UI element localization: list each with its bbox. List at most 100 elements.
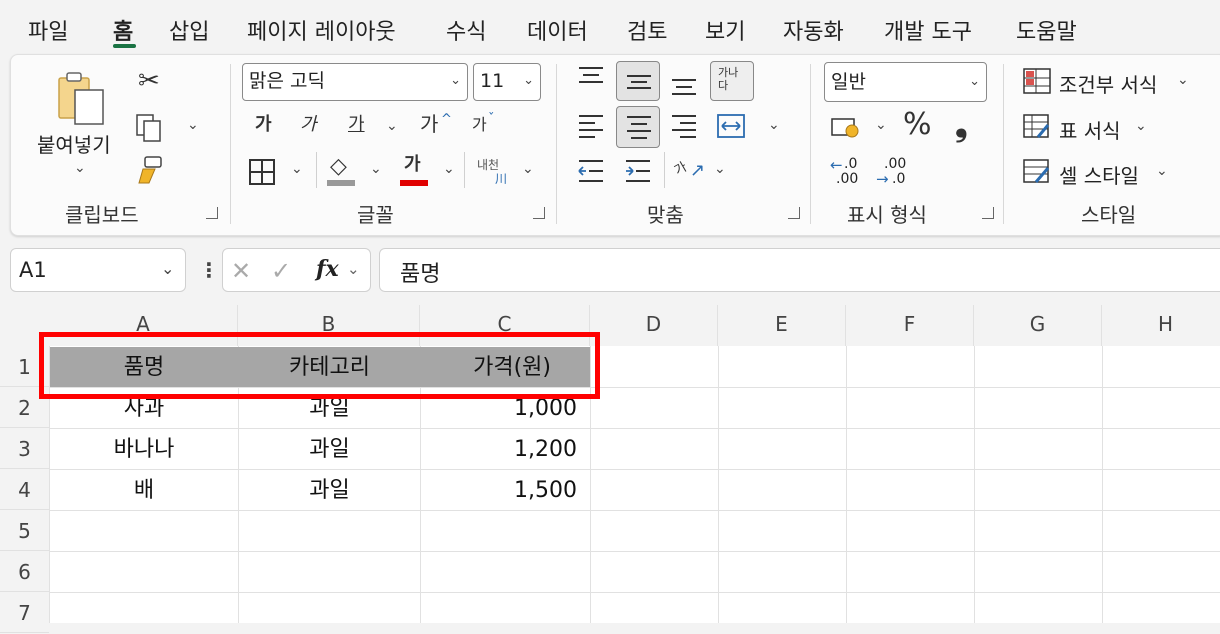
name-box[interactable]: A1 ⌄ bbox=[10, 248, 186, 292]
increase-font-button[interactable]: 가 bbox=[420, 114, 438, 134]
decrease-indent-icon[interactable] bbox=[577, 157, 605, 185]
tab-file[interactable]: 파일 bbox=[28, 14, 68, 46]
active-tab-indicator bbox=[113, 44, 136, 48]
tab-automate[interactable]: 자동화 bbox=[783, 14, 844, 46]
table-cell[interactable]: 과일 bbox=[239, 429, 420, 470]
borders-icon[interactable] bbox=[248, 158, 276, 186]
right-arrow-icon: → bbox=[876, 170, 889, 188]
fill-color-icon[interactable]: ◇ bbox=[330, 156, 347, 178]
underline-button[interactable]: 가 bbox=[348, 116, 365, 134]
alignment-launcher-icon[interactable] bbox=[788, 207, 800, 219]
clipboard-launcher-icon[interactable] bbox=[206, 207, 218, 219]
orientation-dropdown-icon[interactable]: ⌄ bbox=[714, 161, 726, 177]
merge-dropdown-icon[interactable]: ⌄ bbox=[768, 117, 780, 133]
decrease-font-button[interactable]: 가 bbox=[472, 117, 487, 133]
cell-styles-icon bbox=[1023, 159, 1050, 183]
insert-function-button[interactable]: fx bbox=[316, 256, 339, 282]
formula-input[interactable]: 품명 bbox=[379, 248, 1220, 292]
orientation-arrow-icon: ↗ bbox=[690, 160, 706, 181]
column-header-f[interactable]: F bbox=[846, 305, 974, 346]
grid-line bbox=[49, 592, 1220, 593]
underline-dropdown-icon[interactable]: ⌄ bbox=[386, 118, 398, 134]
grow-arrow-icon: ^ bbox=[441, 112, 452, 127]
table-cell[interactable]: 배 bbox=[50, 470, 238, 511]
chevron-down-icon[interactable]: ⌄ bbox=[161, 259, 174, 278]
align-left-icon[interactable] bbox=[577, 112, 605, 140]
merge-center-icon[interactable] bbox=[716, 112, 746, 140]
row-header-6[interactable]: 6 bbox=[0, 551, 49, 592]
chevron-down-icon: ⌄ bbox=[523, 73, 534, 88]
align-middle-icon bbox=[627, 75, 651, 89]
font-color-swatch bbox=[400, 180, 428, 186]
align-middle-button[interactable] bbox=[616, 61, 660, 101]
font-color-dropdown-icon[interactable]: ⌄ bbox=[443, 161, 455, 177]
more-options-icon[interactable]: ⋮ bbox=[199, 258, 219, 282]
tab-home[interactable]: 홈 bbox=[113, 14, 133, 46]
column-header-h[interactable]: H bbox=[1102, 305, 1220, 346]
increase-decimal-button[interactable]: ← .0 .00 bbox=[830, 156, 862, 188]
wrap-text-glyph: 가나다 bbox=[718, 66, 739, 92]
chevron-down-icon: ⌄ bbox=[1177, 72, 1189, 88]
align-bottom-icon[interactable] bbox=[670, 70, 698, 98]
format-painter-icon[interactable] bbox=[135, 155, 165, 187]
formula-controls: ✕ ✓ fx ⌄ bbox=[222, 248, 371, 292]
formula-input-value: 품명 bbox=[400, 262, 441, 287]
shrink-arrow-icon: ˇ bbox=[488, 112, 495, 127]
decrease-decimal-button[interactable]: .00 → .0 bbox=[876, 156, 908, 188]
row-header-5[interactable]: 5 bbox=[0, 510, 49, 551]
tab-help[interactable]: 도움말 bbox=[1016, 14, 1077, 46]
accounting-format-icon[interactable] bbox=[830, 115, 862, 141]
column-header-g[interactable]: G bbox=[974, 305, 1102, 346]
row-header-7[interactable]: 7 bbox=[0, 592, 49, 633]
borders-dropdown-icon[interactable]: ⌄ bbox=[291, 161, 303, 177]
tab-review[interactable]: 검토 bbox=[627, 14, 667, 46]
align-right-icon[interactable] bbox=[670, 112, 698, 140]
font-launcher-icon[interactable] bbox=[533, 207, 545, 219]
number-launcher-icon[interactable] bbox=[982, 207, 994, 219]
paste-dropdown-icon[interactable]: ⌄ bbox=[74, 160, 86, 176]
font-size-select[interactable]: 11 ⌄ bbox=[473, 63, 541, 101]
wrap-text-button[interactable]: 가나다 bbox=[710, 61, 754, 101]
tab-data[interactable]: 데이터 bbox=[527, 14, 588, 46]
column-header-e[interactable]: E bbox=[718, 305, 846, 346]
tab-page-layout[interactable]: 페이지 레이아웃 bbox=[247, 14, 396, 46]
phonetic-dropdown-icon[interactable]: ⌄ bbox=[522, 161, 534, 177]
fill-color-dropdown-icon[interactable]: ⌄ bbox=[370, 161, 382, 177]
chevron-down-icon: ⌄ bbox=[1135, 118, 1147, 134]
bold-button[interactable]: 가 bbox=[255, 116, 272, 134]
copy-icon[interactable] bbox=[135, 113, 165, 143]
align-center-button[interactable] bbox=[616, 106, 660, 148]
accounting-dropdown-icon[interactable]: ⌄ bbox=[875, 117, 887, 133]
table-cell[interactable]: 1,500 bbox=[421, 470, 590, 511]
increase-indent-icon[interactable] bbox=[624, 157, 652, 185]
table-cell[interactable]: 바나나 bbox=[50, 429, 238, 470]
cancel-icon[interactable]: ✕ bbox=[231, 257, 251, 285]
font-name-select[interactable]: 맑은 고딕 ⌄ bbox=[242, 63, 468, 101]
table-cell[interactable]: 과일 bbox=[239, 470, 420, 511]
chevron-down-icon[interactable]: ⌄ bbox=[347, 260, 360, 278]
tab-view[interactable]: 보기 bbox=[705, 14, 745, 46]
cut-icon[interactable]: ✂ bbox=[138, 68, 160, 94]
chevron-down-icon: ⌄ bbox=[969, 74, 980, 89]
table-cell[interactable]: 1,200 bbox=[421, 429, 590, 470]
name-box-value: A1 bbox=[19, 258, 47, 282]
row-header-3[interactable]: 3 bbox=[0, 428, 49, 469]
percent-style-button[interactable]: % bbox=[903, 110, 932, 140]
font-color-button[interactable]: 가 bbox=[404, 156, 421, 174]
tab-formulas[interactable]: 수식 bbox=[446, 14, 486, 46]
cell-styles-label: 셀 스타일 bbox=[1059, 164, 1139, 188]
enter-icon[interactable]: ✓ bbox=[271, 257, 291, 285]
copy-dropdown-icon[interactable]: ⌄ bbox=[187, 117, 199, 133]
italic-button[interactable]: 가 bbox=[300, 116, 317, 134]
tab-insert[interactable]: 삽입 bbox=[169, 14, 209, 46]
column-header-d[interactable]: D bbox=[590, 305, 718, 346]
comma-style-button[interactable]: ❟ bbox=[955, 108, 968, 140]
table-format-icon bbox=[1023, 114, 1050, 138]
table-format-label: 표 서식 bbox=[1059, 119, 1121, 143]
decimal-bottom-text: .00 bbox=[836, 171, 859, 187]
row-header-4[interactable]: 4 bbox=[0, 469, 49, 510]
number-format-select[interactable]: 일반 ⌄ bbox=[824, 62, 987, 102]
align-top-icon[interactable] bbox=[577, 64, 605, 92]
decimal-bottom-text: .0 bbox=[892, 171, 906, 187]
tab-developer[interactable]: 개발 도구 bbox=[884, 14, 972, 46]
